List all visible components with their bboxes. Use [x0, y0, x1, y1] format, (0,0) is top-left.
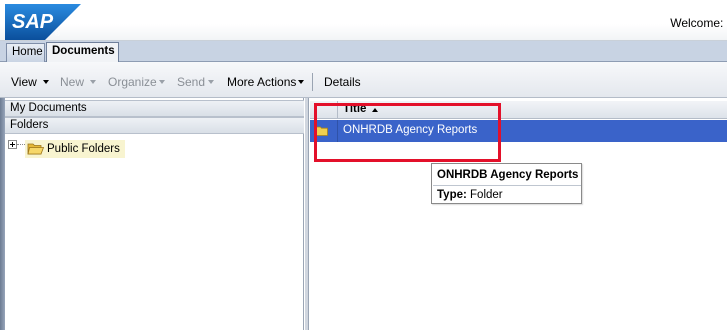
tooltip: ONHRDB Agency Reports Type: Folder — [431, 163, 582, 204]
tab-bar: Home Documents — [0, 41, 727, 62]
tooltip-type-value: Folder — [470, 189, 503, 201]
logo-text: SAP — [12, 11, 54, 33]
view-menu-button[interactable]: View — [11, 75, 37, 89]
more-actions-menu-button[interactable]: More Actions — [227, 75, 296, 89]
sap-logo: SAP ® — [5, 4, 81, 40]
tab-documents[interactable]: Documents — [46, 42, 119, 62]
tree-connector — [17, 144, 25, 145]
folders-header[interactable]: Folders — [5, 117, 304, 134]
tab-home[interactable]: Home — [6, 43, 45, 62]
new-dropdown-icon[interactable] — [90, 80, 96, 84]
tooltip-type-label: Type: — [437, 189, 467, 201]
header-bar: SAP ® Welcome: ' — [0, 0, 727, 41]
tree-item-public-folders[interactable]: Public Folders — [25, 140, 125, 158]
pane-splitter[interactable] — [305, 98, 309, 330]
send-dropdown-icon[interactable] — [208, 80, 214, 84]
organize-menu-button[interactable]: Organize — [108, 75, 157, 89]
tree-item-label: Public Folders — [47, 143, 120, 155]
open-folder-icon — [27, 142, 45, 161]
tooltip-title: ONHRDB Agency Reports — [437, 169, 579, 181]
welcome-text: Welcome: ' — [670, 16, 727, 30]
view-dropdown-icon[interactable] — [43, 80, 49, 84]
my-documents-header[interactable]: My Documents — [5, 100, 304, 117]
tooltip-divider — [433, 185, 581, 186]
highlight-box — [314, 103, 501, 162]
toolbar: View New Organize Send More Actions Deta… — [0, 62, 727, 98]
tooltip-type: Type: Folder — [437, 189, 503, 201]
details-button[interactable]: Details — [324, 75, 361, 89]
organize-dropdown-icon[interactable] — [159, 80, 165, 84]
send-menu-button[interactable]: Send — [177, 75, 205, 89]
toolbar-separator — [312, 73, 313, 91]
more-actions-dropdown-icon[interactable] — [298, 80, 304, 84]
expand-icon[interactable] — [8, 140, 17, 149]
new-menu-button[interactable]: New — [60, 75, 84, 89]
svg-text:®: ® — [55, 30, 61, 38]
navigation-pane: My Documents Folders Public Folders — [5, 98, 304, 330]
